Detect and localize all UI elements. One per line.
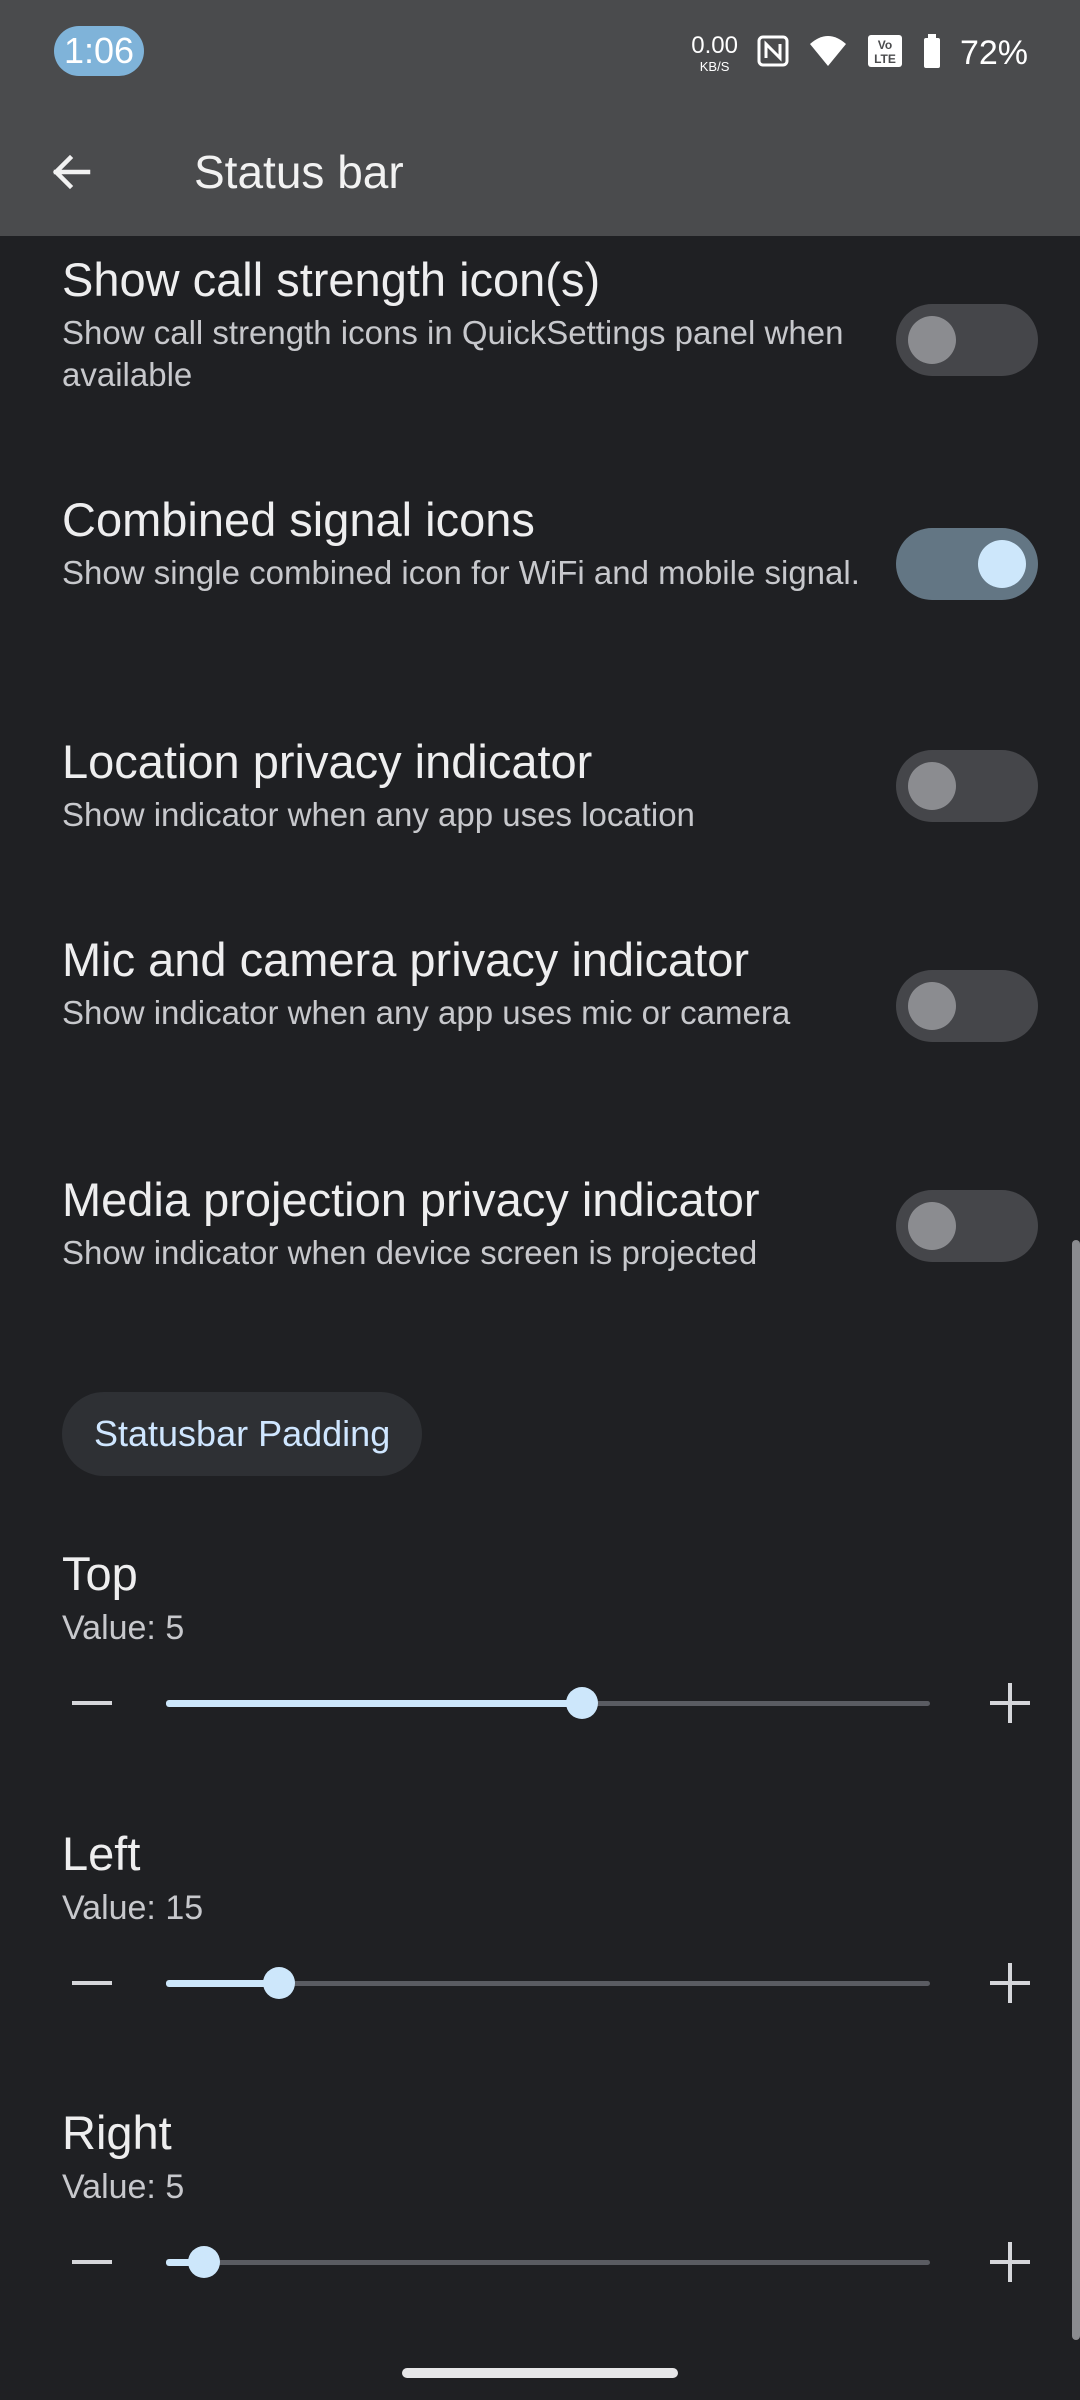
setting-title: Location privacy indicator — [62, 735, 593, 788]
page-title: Status bar — [194, 146, 404, 198]
increase-button[interactable] — [990, 1683, 1030, 1723]
gesture-nav-handle[interactable] — [402, 2368, 678, 2378]
setting-media-projection-privacy-indicator[interactable]: Media projection privacy indicator Show … — [62, 1172, 1042, 1274]
increase-button[interactable] — [990, 2242, 1030, 2282]
slider-track[interactable] — [166, 1967, 930, 1999]
back-button[interactable] — [40, 140, 104, 204]
toggle-knob — [908, 982, 956, 1030]
location-privacy-toggle[interactable] — [896, 750, 1038, 822]
setting-combined-signal-icons[interactable]: Combined signal icons Show single combin… — [62, 492, 1042, 600]
setting-location-privacy-indicator[interactable]: Location privacy indicator Show indicato… — [62, 734, 1042, 836]
decrease-button[interactable] — [72, 1683, 112, 1723]
battery-icon — [922, 33, 942, 74]
decrease-button[interactable] — [72, 1963, 112, 2003]
slider-setting-right: Right Value: 5 — [62, 2105, 1042, 2297]
setting-summary: Show indicator when device screen is pro… — [62, 1234, 758, 1271]
battery-percent: 72% — [959, 33, 1028, 72]
media-projection-privacy-toggle[interactable] — [896, 1190, 1038, 1262]
toggle-knob — [908, 1202, 956, 1250]
svg-text:LTE: LTE — [874, 52, 896, 66]
setting-summary: Show indicator when any app uses locatio… — [62, 796, 695, 833]
status-icons: 0.00 KB/S Vo LTE 72% — [691, 28, 1028, 78]
setting-call-strength-icons[interactable]: Show call strength icon(s) Show call str… — [62, 252, 1042, 396]
app-bar: Status bar — [0, 104, 1080, 236]
arrow-back-icon — [52, 154, 91, 190]
system-status-bar: 1:06 0.00 KB/S Vo LTE 72% — [0, 0, 1080, 104]
clock: 1:06 — [54, 26, 144, 76]
slider-setting-left: Left Value: 15 — [62, 1826, 1042, 2018]
network-speed-value: 0.00 — [691, 31, 738, 59]
setting-title: Combined signal icons — [62, 493, 535, 546]
section-header-statusbar-padding: Statusbar Padding — [62, 1392, 423, 1476]
mic-camera-privacy-toggle[interactable] — [896, 970, 1038, 1042]
slider-track[interactable] — [166, 1687, 930, 1719]
setting-title: Show call strength icon(s) — [62, 253, 601, 306]
setting-summary: Show indicator when any app uses mic or … — [62, 994, 791, 1031]
toggle-knob — [908, 316, 956, 364]
slider-value: Value: 5 — [62, 2168, 185, 2206]
setting-summary: Show single combined icon for WiFi and m… — [62, 554, 860, 591]
svg-text:Vo: Vo — [878, 38, 892, 52]
nfc-icon — [756, 34, 790, 73]
toggle-knob — [978, 540, 1026, 588]
slider-value: Value: 5 — [62, 1609, 185, 1647]
setting-title: Mic and camera privacy indicator — [62, 933, 749, 986]
increase-button[interactable] — [990, 1963, 1030, 2003]
toggle-knob — [908, 762, 956, 810]
settings-list: Show call strength icon(s) Show call str… — [0, 236, 1080, 2400]
slider-title: Left — [62, 1827, 141, 1880]
slider-thumb[interactable] — [566, 1687, 599, 1719]
slider-title: Top — [62, 1547, 138, 1600]
setting-title: Media projection privacy indicator — [62, 1173, 760, 1226]
slider-track[interactable] — [166, 2246, 930, 2278]
scrollbar[interactable] — [1072, 1240, 1080, 2340]
slider-setting-top: Top Value: 5 — [62, 1546, 1042, 1738]
setting-summary: Show call strength icons in QuickSetting… — [62, 314, 844, 393]
call-strength-toggle[interactable] — [896, 304, 1038, 376]
slider-fill — [166, 1700, 583, 1707]
slider-thumb[interactable] — [188, 2246, 221, 2278]
slider-value: Value: 15 — [62, 1889, 204, 1927]
slider-thumb[interactable] — [263, 1967, 296, 1999]
setting-mic-camera-privacy-indicator[interactable]: Mic and camera privacy indicator Show in… — [62, 932, 1042, 1042]
network-speed-unit: KB/S — [699, 58, 730, 74]
combined-signal-toggle[interactable] — [896, 528, 1038, 600]
wifi-icon — [808, 34, 848, 73]
network-speed: 0.00 KB/S — [691, 31, 738, 74]
decrease-button[interactable] — [72, 2242, 112, 2282]
volte-icon: Vo LTE — [866, 33, 904, 74]
slider-title: Right — [62, 2106, 172, 2159]
